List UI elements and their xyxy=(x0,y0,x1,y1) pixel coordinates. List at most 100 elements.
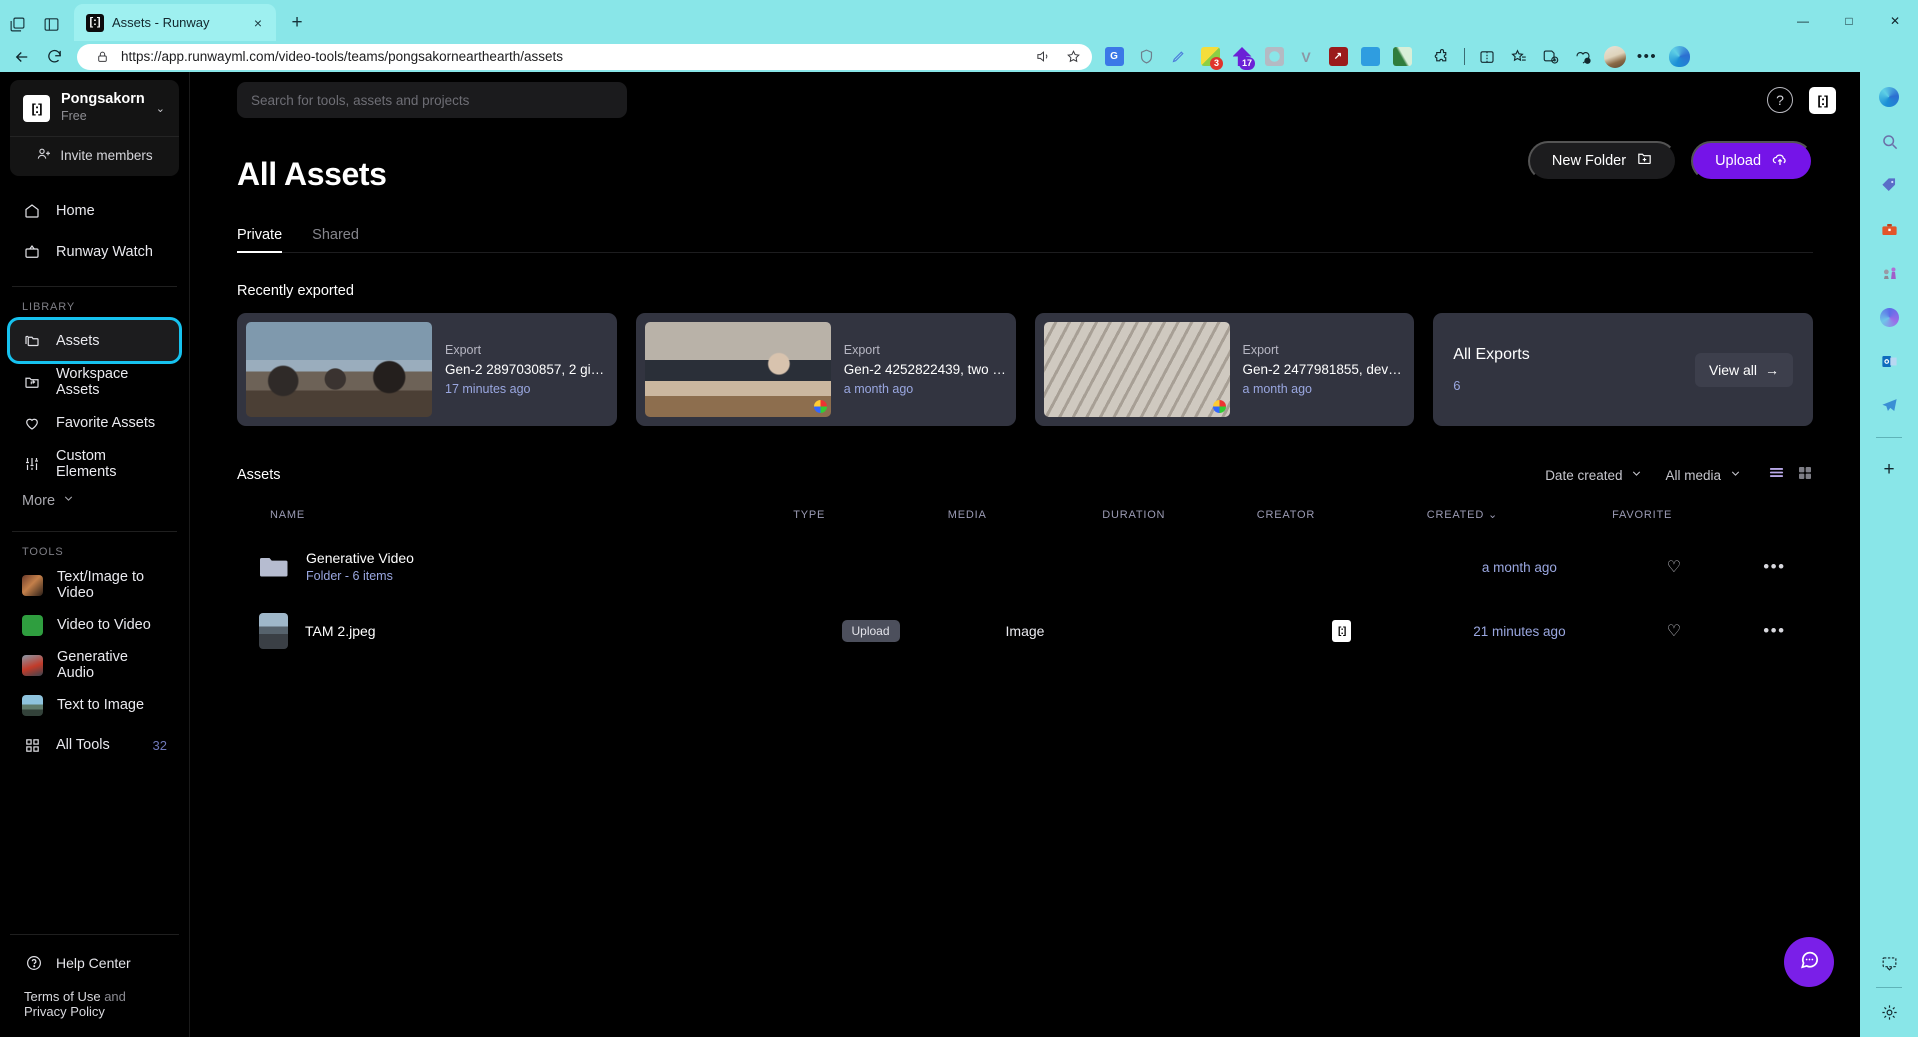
extension-shield[interactable] xyxy=(1132,44,1160,70)
all-exports-card[interactable]: All Exports 6 View all → xyxy=(1433,313,1814,426)
sidebar-item-runway-watch[interactable]: Runway Watch xyxy=(10,231,179,272)
extensions-puzzle-icon[interactable] xyxy=(1428,44,1456,70)
cell-menu[interactable]: ••• xyxy=(1736,599,1813,663)
favorite-heart-icon[interactable]: ♡ xyxy=(1667,559,1681,576)
extension-green-marker[interactable] xyxy=(1388,44,1416,70)
privacy-policy-link[interactable]: Privacy Policy xyxy=(24,1004,105,1019)
workspace-logo-label: [:] xyxy=(31,100,43,116)
tools-icon[interactable] xyxy=(1874,214,1904,244)
help-center-link[interactable]: Help Center xyxy=(12,949,177,989)
copilot-icon[interactable] xyxy=(1665,44,1693,70)
sidebar-item-all-tools[interactable]: All Tools 32 xyxy=(10,725,179,765)
copilot-icon[interactable] xyxy=(1874,82,1904,112)
sidebar-item-custom-elements[interactable]: Custom Elements xyxy=(10,443,179,484)
browser-tab[interactable]: [:] Assets - Runway × xyxy=(74,4,276,41)
view-all-button[interactable]: View all → xyxy=(1695,352,1794,387)
favorite-heart-icon[interactable]: ♡ xyxy=(1667,623,1681,640)
table-row[interactable]: TAM 2.jpeg Upload Image [:] 21 minutes a… xyxy=(237,599,1813,663)
export-card[interactable]: Export Gen-2 2897030857, 2 girls codi… 1… xyxy=(237,313,617,426)
export-card[interactable]: Export Gen-2 2477981855, developer … a m… xyxy=(1034,313,1415,426)
upload-button[interactable]: Upload xyxy=(1691,140,1814,181)
close-window-button[interactable]: ✕ xyxy=(1872,0,1918,41)
screenshot-icon[interactable] xyxy=(1874,948,1904,978)
maximize-button[interactable]: □ xyxy=(1826,0,1872,41)
cell-favorite[interactable]: ♡ xyxy=(1612,535,1736,599)
table-row[interactable]: Generative Video Folder - 6 items a mont… xyxy=(237,535,1813,599)
close-tab-icon[interactable]: × xyxy=(248,13,268,33)
sort-dropdown[interactable]: Date created xyxy=(1545,467,1643,483)
extensions-strip: G 3 17 V ↗ xyxy=(1100,44,1416,70)
favorites-star-icon[interactable] xyxy=(1505,44,1533,70)
telegram-icon[interactable] xyxy=(1874,390,1904,420)
reload-icon[interactable] xyxy=(39,43,69,71)
chevron-down-icon[interactable]: ⌄ xyxy=(156,102,167,115)
shopping-tag-icon[interactable] xyxy=(1874,170,1904,200)
sidebar-item-generative-audio[interactable]: Generative Audio xyxy=(10,645,179,685)
row-menu-icon[interactable]: ••• xyxy=(1763,621,1785,640)
row-name: TAM 2.jpeg xyxy=(305,622,376,639)
legal-links: Terms of Use and Privacy Policy xyxy=(12,989,177,1019)
extension-notes[interactable]: 3 xyxy=(1196,44,1224,70)
url-text: https://app.runwayml.com/video-tools/tea… xyxy=(121,49,563,64)
text-to-image-thumbnail xyxy=(22,694,43,716)
search-input[interactable] xyxy=(251,92,614,108)
row-menu-icon[interactable]: ••• xyxy=(1763,557,1785,576)
cell-name: Generative Video Folder - 6 items xyxy=(237,535,793,599)
new-tab-button[interactable]: + xyxy=(282,8,312,38)
sidebar-item-video-to-video[interactable]: Video to Video xyxy=(10,605,179,645)
sidebar-item-home[interactable]: Home xyxy=(10,190,179,231)
outlook-icon[interactable] xyxy=(1874,346,1904,376)
sidebar-item-favorite-assets[interactable]: Favorite Assets xyxy=(10,402,179,443)
microsoft-365-icon[interactable] xyxy=(1874,302,1904,332)
help-icon[interactable]: ? xyxy=(1767,87,1794,113)
extension-robot[interactable] xyxy=(1356,44,1384,70)
read-aloud-icon[interactable] xyxy=(1032,46,1054,68)
column-created[interactable]: CREATED ⌄ xyxy=(1427,508,1612,535)
tab-search-icon[interactable] xyxy=(0,7,34,41)
browser-essentials-icon[interactable] xyxy=(1569,44,1597,70)
favorite-star-icon[interactable] xyxy=(1062,46,1084,68)
extension-v[interactable]: V xyxy=(1292,44,1320,70)
split-screen-icon[interactable] xyxy=(1473,44,1501,70)
export-card[interactable]: Export Gen-2 4252822439, two devel… a mo… xyxy=(635,313,1016,426)
tab-shared[interactable]: Shared xyxy=(312,227,359,252)
list-view-icon[interactable] xyxy=(1768,464,1785,486)
search-icon[interactable] xyxy=(1874,126,1904,156)
extension-ring[interactable] xyxy=(1260,44,1288,70)
extension-purple-arrow[interactable]: 17 xyxy=(1228,44,1256,70)
address-bar[interactable]: https://app.runwayml.com/video-tools/tea… xyxy=(77,43,1092,70)
search-input-wrapper[interactable] xyxy=(237,82,628,118)
profile-avatar[interactable] xyxy=(1601,44,1629,70)
cell-menu[interactable]: ••• xyxy=(1736,535,1813,599)
tab-private[interactable]: Private xyxy=(237,227,283,253)
collections-icon[interactable] xyxy=(1537,44,1565,70)
new-folder-button[interactable]: New Folder xyxy=(1527,140,1678,181)
media-filter-dropdown[interactable]: All media xyxy=(1665,467,1742,483)
split-pane-icon[interactable] xyxy=(34,7,68,41)
sidebar-item-text-to-image[interactable]: Text to Image xyxy=(10,685,179,725)
games-icon[interactable] xyxy=(1874,258,1904,288)
back-icon[interactable] xyxy=(7,43,37,71)
sidebar-item-workspace-assets[interactable]: Workspace Assets xyxy=(10,361,179,402)
settings-gear-icon[interactable] xyxy=(1874,997,1904,1027)
cell-favorite[interactable]: ♡ xyxy=(1612,599,1736,663)
sidebar-item-label: Workspace Assets xyxy=(56,365,129,398)
minimize-button[interactable]: — xyxy=(1780,0,1826,41)
sidebar-more-button[interactable]: More xyxy=(10,484,179,517)
extension-google-translate[interactable]: G xyxy=(1100,44,1128,70)
avatar[interactable]: [:] xyxy=(1809,86,1837,114)
invite-members-button[interactable]: Invite members xyxy=(10,137,179,176)
more-options-icon[interactable]: ••• xyxy=(1633,44,1661,70)
sidebar-item-assets[interactable]: Assets xyxy=(10,320,180,362)
asset-thumbnail xyxy=(259,613,289,650)
add-icon[interactable]: + xyxy=(1874,455,1904,485)
workspace-selector[interactable]: [:] Pongsakorn Free ⌄ xyxy=(10,80,179,136)
terms-of-use-link[interactable]: Terms of Use xyxy=(24,989,101,1004)
recently-exported-title: Recently exported xyxy=(237,283,354,299)
grid-view-icon[interactable] xyxy=(1797,465,1813,486)
chat-support-button[interactable] xyxy=(1784,937,1834,987)
extension-red-arrow[interactable]: ↗ xyxy=(1324,44,1352,70)
sidebar-item-text-image-to-video[interactable]: Text/Image to Video xyxy=(10,565,179,605)
extension-pen[interactable] xyxy=(1164,44,1192,70)
view-toggle xyxy=(1768,464,1813,486)
